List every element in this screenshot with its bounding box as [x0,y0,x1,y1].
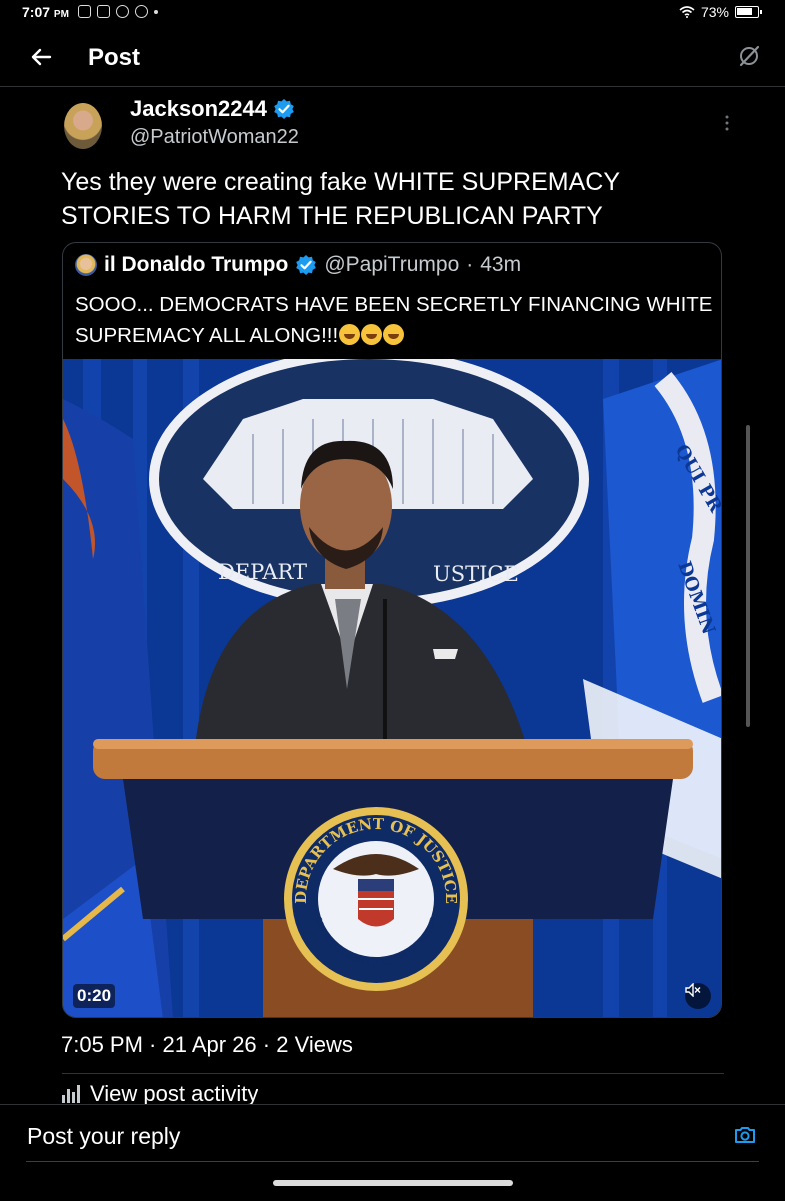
app-icon [97,5,110,18]
home-indicator[interactable] [273,1180,513,1186]
camera-icon[interactable] [733,1123,757,1147]
quote-author-name: il Donaldo Trumpo [104,253,289,276]
video-frame: QUI PR DOMIN DEPART USTICE DEPARTMENT OF… [63,359,721,1017]
more-notifications-icon [154,9,158,14]
battery-icon [735,6,762,18]
laughing-emoji-icon [383,324,405,345]
backdrop-text-left: DEPART [218,560,307,584]
author-name[interactable]: Jackson2244 [130,96,267,122]
video-duration: 0:20 [73,984,116,1008]
sync-icon [116,5,129,18]
view-post-activity[interactable]: View post activity [62,1084,258,1104]
backdrop-text-right: USTICE [433,562,519,586]
reply-bar: Post your reply [0,1104,785,1201]
reply-underline [26,1161,759,1162]
grok-icon[interactable] [737,44,761,68]
meta-divider [62,1073,724,1074]
notification-icon [78,5,91,18]
quote-separator: · [466,253,474,276]
doj-seal: DEPARTMENT OF JUSTICE QUI PRO DOMINA JUS… [284,807,468,991]
video-player[interactable]: QUI PR DOMIN DEPART USTICE DEPARTMENT OF… [63,359,721,1017]
header-divider [0,86,785,87]
wifi-icon [679,6,695,18]
laughing-emoji-icon [361,324,383,345]
page-title: Post [88,44,141,71]
top-app-bar: Post [0,32,785,84]
status-time: 7:07 PM [22,4,69,20]
quote-age: 43m [480,253,522,276]
scrollbar[interactable] [746,425,750,727]
post-text: Yes they were creating fake WHITE SUPREM… [61,168,620,230]
status-right: 73% [679,4,762,20]
laughing-emoji-icon [339,324,361,345]
face-icon [135,5,148,18]
quote-text: SOOO... DEMOCRATS HAVE BEEN SECRETLY FIN… [75,293,713,347]
author-name-row[interactable]: Jackson2244 [130,96,299,122]
back-arrow-icon[interactable] [26,42,56,72]
mute-icon [685,983,701,997]
analytics-icon [62,1085,80,1103]
author-handle[interactable]: @PatriotWoman22 [130,126,299,149]
quoted-post[interactable]: il Donaldo Trumpo @PapiTrumpo · 43m SOOO… [62,242,722,1018]
battery-percent: 73% [700,4,729,20]
quote-author-handle: @PapiTrumpo [324,253,460,276]
verified-badge-icon [296,255,317,275]
mute-button[interactable] [685,983,711,1009]
reply-input[interactable]: Post your reply [27,1123,180,1150]
post-timestamp: 7:05 PM · 21 Apr 26 · 2 Views [61,1032,353,1057]
verified-badge-icon [274,99,294,119]
quote-header: il Donaldo Trumpo @PapiTrumpo · 43m [75,253,521,277]
post-author: Jackson2244 @PatriotWoman22 [130,96,299,149]
view-post-activity-label: View post activity [90,1084,259,1104]
author-avatar[interactable] [64,103,102,149]
emoji-group [338,324,405,347]
status-notification-icons [78,5,158,18]
status-bar: 7:07 PM 73% [0,0,785,26]
quote-author-avatar [75,254,97,276]
more-icon[interactable] [720,112,734,136]
